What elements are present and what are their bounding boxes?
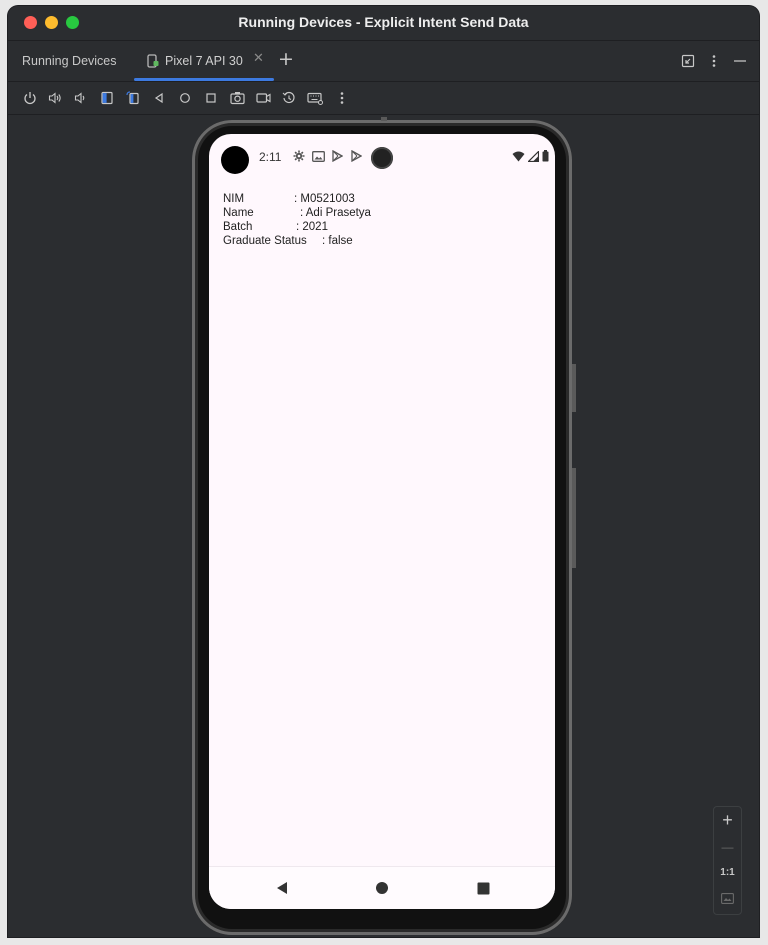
device-toolbar [8,82,759,115]
title-bar: Running Devices - Explicit Intent Send D… [8,6,759,41]
more-actions-icon[interactable] [333,89,351,107]
snapshot-restore-icon[interactable] [280,89,298,107]
rotate-left-icon[interactable] [98,89,116,107]
status-time: 2:11 [259,150,282,164]
battery-icon [542,150,549,162]
tab-bar: Running Devices Pixel 7 API 30 ✕ + [8,41,759,82]
name-value: : Adi Prasetya [300,207,371,219]
nav-back-icon[interactable] [273,879,291,897]
volume-side-button[interactable] [572,468,576,568]
close-tab-icon[interactable]: ✕ [253,51,264,66]
system-status-icons [512,150,549,162]
rotate-right-icon[interactable] [124,89,142,107]
zoom-out-button[interactable]: — [714,835,741,859]
settings-gear-icon [292,149,306,163]
batch-label: Batch [223,221,253,233]
fit-screen-icon[interactable] [714,886,741,910]
nim-value: : M0521003 [294,193,355,205]
name-label: Name [223,207,254,219]
zoom-in-button[interactable]: + [714,808,741,832]
student-info: NIM : M0521003 Name : Adi Prasetya Batch : … [223,192,371,248]
back-icon[interactable] [150,89,168,107]
app-avatar-icon [371,147,393,169]
tab-label: Pixel 7 API 30 [165,54,243,68]
phone-screen[interactable]: 2:11 NIM: M0521003 Name: Adi Prasetya … [209,134,555,909]
restore-icon[interactable] [679,52,697,70]
panel-tools [679,51,749,71]
front-camera [221,146,249,174]
nim-row: NIM : M0521003 [223,192,371,206]
device-view: 2:11 NIM: M0521003 Name: Adi Prasetya … [8,115,759,937]
power-icon[interactable] [21,89,39,107]
window-title: Running Devices - Explicit Intent Send D… [238,14,529,30]
status-bar: 2:11 [209,134,555,178]
gallery-icon [311,149,325,163]
navigation-bar [209,866,555,909]
ide-window: Running Devices - Explicit Intent Send D… [8,6,759,937]
batch-row: Batch : 2021 [223,220,371,234]
notification-icons [292,149,363,163]
keyboard-icon[interactable] [306,89,324,107]
status-label: Graduate Status [223,235,307,247]
top-sensor [381,117,387,121]
play-store-icon-2 [349,149,363,163]
home-icon[interactable] [176,89,194,107]
more-options-icon[interactable] [705,52,723,70]
panel-title: Running Devices [22,54,117,68]
status-row: Graduate Status : false [223,234,371,248]
add-tab-button[interactable]: + [278,48,294,70]
signal-icon [528,150,539,162]
screenshot-icon[interactable] [228,89,246,107]
power-side-button[interactable] [572,364,576,412]
volume-down-icon[interactable] [71,89,89,107]
nav-recents-icon[interactable] [474,879,492,897]
active-tab-indicator [134,78,274,81]
wifi-icon [512,151,525,161]
nim-label: NIM [223,193,245,205]
actual-size-button[interactable]: 1:1 [714,860,741,884]
volume-up-icon[interactable] [46,89,64,107]
screen-record-icon[interactable] [254,89,272,107]
phone-frame: 2:11 NIM: M0521003 Name: Adi Prasetya … [192,117,576,935]
play-store-icon [330,149,344,163]
batch-value: : 2021 [296,221,328,233]
status-value: : false [322,235,353,247]
tab-pixel-7[interactable]: Pixel 7 API 30 ✕ [134,41,274,81]
zoom-controls: + — 1:1 [713,806,742,915]
nav-home-icon[interactable] [373,879,391,897]
minimize-panel-icon[interactable] [731,52,749,70]
overview-icon[interactable] [202,89,220,107]
device-icon [147,54,159,68]
name-row: Name : Adi Prasetya [223,206,371,220]
